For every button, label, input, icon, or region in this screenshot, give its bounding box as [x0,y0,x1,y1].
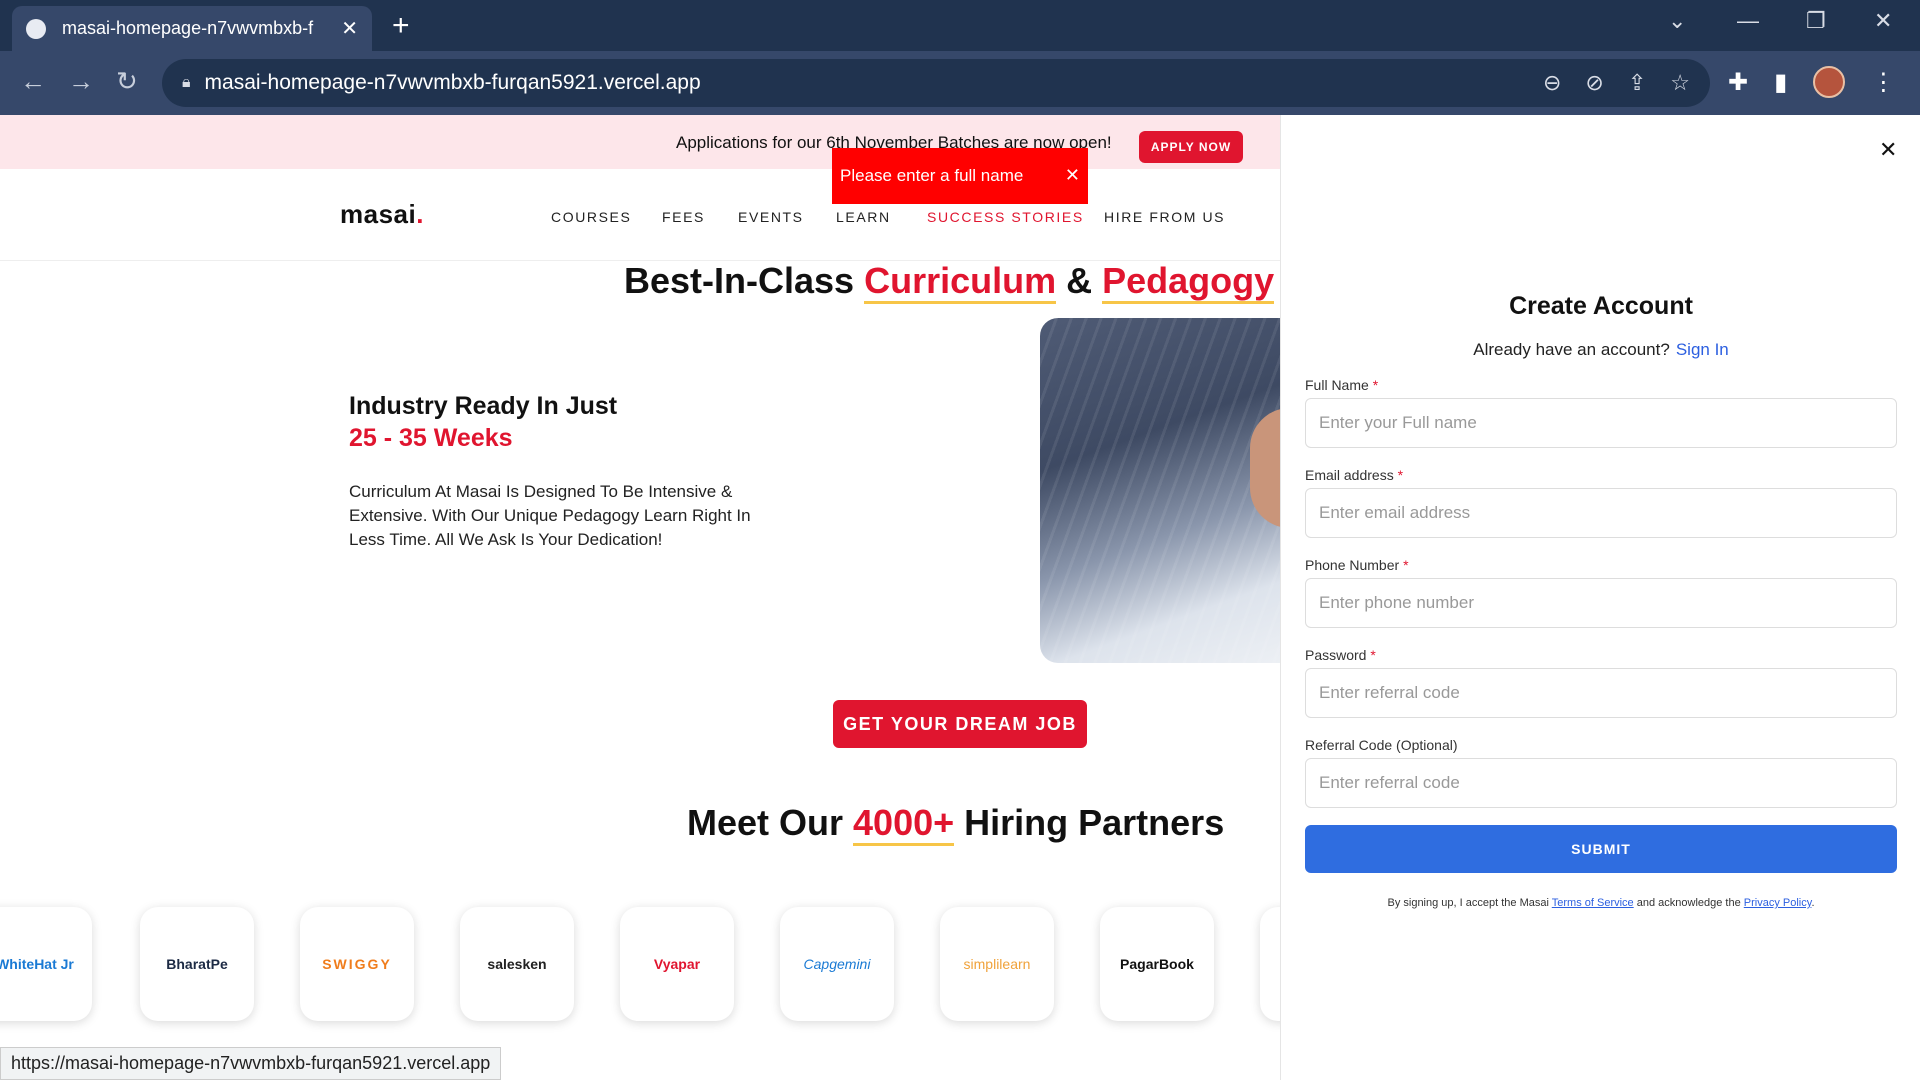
partner-logo-simplilearn: simplilearn [940,907,1054,1021]
back-icon[interactable]: ← [20,66,46,97]
referral-input[interactable] [1305,758,1897,808]
window-close-icon[interactable]: ✕ [1874,8,1892,34]
create-account-panel: ✕ Create Account Already have an account… [1280,115,1920,1080]
already-account-text: Already have an account? [1473,340,1670,359]
nav-success-stories[interactable]: SUCCESS STORIES [927,209,1084,225]
zoom-icon[interactable]: ⊖ [1543,70,1561,96]
nav-learn[interactable]: LEARN [836,209,891,225]
partner-logo-swiggy: SWIGGY [300,907,414,1021]
toast-close-icon[interactable]: ✕ [1065,165,1080,186]
side-panel-icon[interactable]: ▮ [1774,68,1787,97]
referral-label: Referral Code (Optional) [1305,737,1458,753]
profile-avatar[interactable] [1813,66,1846,98]
nav-courses[interactable]: COURSES [551,209,631,225]
tracking-protection-icon[interactable]: ⊘ [1585,70,1603,96]
tab-title: masai-homepage-n7vwvmbxb-f [62,18,314,38]
privacy-policy-link[interactable]: Privacy Policy [1744,897,1812,909]
signin-prompt: Already have an account? Sign In [1281,340,1920,360]
panel-close-icon[interactable]: ✕ [1879,137,1897,163]
phone-label: Phone Number * [1305,557,1409,573]
industry-heading: Industry Ready In Just [349,392,618,420]
partner-logo-pagarbook: PagarBook [1100,907,1214,1021]
validation-toast: Please enter a full name ✕ [832,148,1088,204]
new-tab-icon[interactable]: + [392,9,410,43]
apply-now-button[interactable]: APPLY NOW [1139,131,1243,163]
curriculum-title: Best-In-Class Curriculum & Pedagogy [624,260,1275,304]
partner-logo-whitehatjr: WhiteHat Jr [0,907,92,1021]
menu-kebab-icon[interactable]: ⋮ [1871,68,1895,97]
partner-logo-capgemini: Capgemini [780,907,894,1021]
share-icon[interactable]: ⇪ [1628,70,1646,96]
announcement-bar: Applications for our 6th November Batche… [0,115,1280,169]
browser-tab-bar: masai-homepage-n7vwvmbxb-f ✕ + ⌄ — ❐ ✕ [0,0,1920,51]
tab-search-icon[interactable]: ⌄ [1668,8,1686,34]
nav-fees[interactable]: FEES [662,209,705,225]
partner-logo-salesken: salesken [460,907,574,1021]
restore-icon[interactable]: ❐ [1806,8,1826,34]
partners-title: Meet Our 4000+ Hiring Partners [687,802,1224,846]
browser-toolbar: ← → ↻ 🔒︎ masai-homepage-n7vwvmbxb-furqan… [0,51,1920,115]
partner-logo-partial [1260,907,1280,1021]
weeks-heading: 25 - 35 Weeks [349,424,513,452]
masai-logo[interactable]: masai. [340,199,424,230]
logo-text: masai [340,199,417,229]
terms-text: By signing up, I accept the Masai Terms … [1387,897,1815,909]
tab-close-icon[interactable]: ✕ [341,16,358,41]
site-header: masai. COURSES FEES EVENTS LEARN SUCCESS… [0,169,1280,261]
email-input[interactable] [1305,488,1897,538]
lock-icon: 🔒︎ [182,74,191,91]
site-favicon-icon [26,18,46,39]
partner-logo-vyapar: Vyapar [620,907,734,1021]
minimize-icon[interactable]: — [1737,8,1759,34]
get-dream-job-button[interactable]: GET YOUR DREAM JOB [833,700,1087,748]
extensions-icon[interactable]: ✚ [1728,68,1748,97]
password-label: Password * [1305,647,1376,663]
browser-tab[interactable]: masai-homepage-n7vwvmbxb-f ✕ [12,6,372,51]
sign-in-link[interactable]: Sign In [1676,340,1729,359]
reload-icon[interactable]: ↻ [116,66,138,97]
curriculum-description: Curriculum At Masai Is Designed To Be In… [349,482,751,549]
terms-of-service-link[interactable]: Terms of Service [1552,897,1634,909]
full-name-input[interactable] [1305,398,1897,448]
handshake-photo [1040,318,1280,663]
create-account-title: Create Account [1509,292,1693,320]
phone-input[interactable] [1305,578,1897,628]
email-label: Email address * [1305,467,1404,483]
partner-logo-bharatpe: BharatPe [140,907,254,1021]
password-input[interactable] [1305,668,1897,718]
toast-message: Please enter a full name [840,166,1024,185]
url-text: masai-homepage-n7vwvmbxb-furqan5921.verc… [204,71,701,94]
nav-hire-from-us[interactable]: HIRE FROM US [1104,209,1225,225]
address-bar[interactable]: 🔒︎ masai-homepage-n7vwvmbxb-furqan5921.v… [162,59,1710,107]
web-page: Applications for our 6th November Batche… [0,115,1280,1080]
link-status-bar: https://masai-homepage-n7vwvmbxb-furqan5… [0,1047,502,1080]
submit-button[interactable]: SUBMIT [1305,825,1897,873]
nav-events[interactable]: EVENTS [738,209,804,225]
forward-icon[interactable]: → [68,66,94,97]
full-name-label: Full Name * [1305,377,1379,393]
bookmark-star-icon[interactable]: ☆ [1670,70,1690,96]
